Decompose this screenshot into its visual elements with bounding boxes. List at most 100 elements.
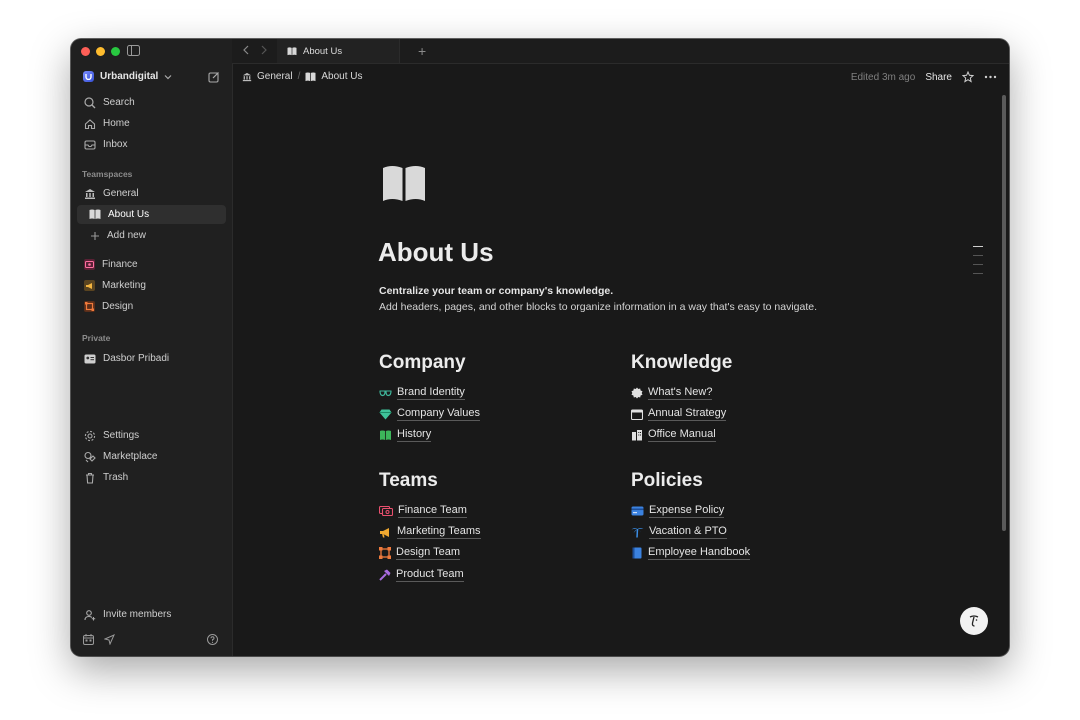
home-icon: [84, 118, 96, 129]
forward-arrow-icon[interactable]: [260, 45, 268, 55]
workspace-switcher[interactable]: Urbandigital: [83, 71, 172, 82]
new-tab-button[interactable]: +: [418, 44, 426, 58]
badge-icon: [631, 387, 643, 399]
send-icon[interactable]: [104, 634, 115, 645]
link-marketing-teams[interactable]: Marketing Teams: [379, 521, 481, 542]
star-icon[interactable]: [962, 71, 974, 83]
sidebar-item-inbox[interactable]: Inbox: [77, 135, 226, 154]
sidebar-toggle-icon[interactable]: [127, 45, 140, 56]
sidebar-item-about-us[interactable]: About Us: [77, 205, 226, 224]
marketplace-icon: [84, 451, 96, 462]
link-annual-strategy[interactable]: Annual Strategy: [631, 403, 732, 424]
sidebar-item-settings[interactable]: Settings: [77, 426, 226, 445]
breadcrumb: General / About Us: [242, 71, 363, 82]
sidebar-item-search[interactable]: Search: [77, 93, 226, 112]
sidebar-item-marketplace[interactable]: Marketplace: [77, 447, 226, 466]
book-icon: [287, 46, 297, 55]
link-whats-new[interactable]: What's New?: [631, 382, 732, 403]
sidebar-item-trash[interactable]: Trash: [77, 468, 226, 487]
sidebar-item-label: Marketing: [102, 280, 146, 291]
chevron-down-icon: [164, 74, 172, 79]
link-employee-handbook[interactable]: Employee Handbook: [631, 543, 751, 564]
link-office-manual[interactable]: Office Manual: [631, 425, 732, 446]
sidebar-item-dasbor-pribadi[interactable]: Dasbor Pribadi: [77, 349, 226, 368]
section-heading: Company: [379, 352, 466, 373]
book-icon[interactable]: [382, 165, 426, 202]
back-arrow-icon[interactable]: [242, 45, 250, 55]
maximize-window-button[interactable]: [111, 47, 120, 56]
search-icon: [84, 96, 96, 108]
share-button[interactable]: Share: [925, 72, 952, 83]
breadcrumb-item-about-us[interactable]: About Us: [321, 71, 362, 82]
gem-icon: [379, 409, 392, 420]
sidebar-item-general[interactable]: General: [77, 184, 226, 203]
sidebar-footer-icons: [83, 634, 115, 645]
more-options-icon[interactable]: [984, 75, 997, 79]
workspace-name: Urbandigital: [100, 71, 159, 82]
toc-line: [973, 273, 983, 274]
building-icon: [632, 430, 642, 441]
teamspaces-label: Teamspaces: [82, 169, 133, 179]
sidebar-item-label: Trash: [103, 472, 129, 483]
sidebar-item-label: General: [103, 188, 139, 199]
page-description: Add headers, pages, and other blocks to …: [379, 301, 818, 313]
gear-icon: [84, 430, 96, 441]
bank-icon: [85, 188, 95, 199]
money-icon: [379, 505, 393, 516]
book-icon: [89, 209, 101, 219]
link-expense-policy[interactable]: Expense Policy: [631, 500, 750, 521]
section-company: Company Brand Identity Company Values Hi…: [379, 352, 480, 446]
tab-bar: About Us +: [232, 39, 1009, 64]
breadcrumb-separator: /: [297, 71, 301, 82]
tab-label: About Us: [303, 45, 343, 57]
sidebar-item-home[interactable]: Home: [77, 114, 226, 133]
table-of-contents[interactable]: [973, 246, 983, 282]
page-description-bold: Centralize your team or company's knowle…: [379, 285, 614, 297]
app-window: Urbandigital Search Home Inbox Teamspace…: [71, 39, 1009, 656]
sidebar-item-add-new[interactable]: Add new: [77, 226, 226, 245]
tab-about-us[interactable]: About Us: [277, 39, 400, 63]
help-icon[interactable]: [207, 634, 218, 645]
invite-members-button[interactable]: Invite members: [77, 605, 226, 624]
close-window-button[interactable]: [81, 47, 90, 56]
link-company-values[interactable]: Company Values: [379, 403, 480, 424]
sidebar-item-label: Settings: [103, 430, 140, 441]
book-icon: [380, 430, 391, 440]
sidebar-item-finance[interactable]: Finance: [77, 255, 226, 274]
workspace-logo-icon: [83, 71, 94, 82]
section-heading: Knowledge: [631, 352, 733, 373]
section-teams: Teams Finance Team Marketing Teams Desig…: [379, 470, 481, 586]
hammer-icon: [379, 569, 391, 581]
breadcrumb-item-general[interactable]: General: [257, 71, 293, 82]
sidebar-item-label: Invite members: [103, 609, 172, 620]
palm-tree-icon: [631, 528, 644, 538]
sidebar-item-design[interactable]: Design: [77, 297, 226, 316]
link-product-team[interactable]: Product Team: [379, 564, 481, 585]
megaphone-icon: [84, 280, 95, 291]
toc-line: [973, 255, 983, 256]
sidebar-item-label: Home: [103, 118, 130, 129]
inbox-icon: [84, 139, 96, 150]
trash-icon: [86, 472, 94, 484]
calendar-icon: [631, 409, 643, 420]
link-finance-team[interactable]: Finance Team: [379, 500, 481, 521]
plus-icon: [91, 231, 99, 240]
credit-card-icon: [631, 506, 644, 516]
ai-assistant-button[interactable]: [960, 607, 988, 635]
sidebar-item-marketing[interactable]: Marketing: [77, 276, 226, 295]
link-brand-identity[interactable]: Brand Identity: [379, 382, 480, 403]
minimize-window-button[interactable]: [96, 47, 105, 56]
sidebar-item-label: Design: [102, 301, 134, 312]
link-history[interactable]: History: [379, 425, 480, 446]
vertical-scrollbar[interactable]: [1002, 95, 1006, 531]
frame-icon: [84, 301, 95, 312]
finance-icon: [84, 259, 95, 270]
section-heading: Policies: [631, 470, 703, 491]
new-page-icon[interactable]: [208, 71, 220, 83]
link-design-team[interactable]: Design Team: [379, 543, 481, 564]
calendar-icon[interactable]: [83, 634, 94, 645]
bank-icon: [242, 72, 252, 81]
page-title: About Us: [378, 237, 494, 267]
toc-line: [973, 246, 983, 247]
link-vacation-pto[interactable]: Vacation & PTO: [631, 521, 750, 542]
